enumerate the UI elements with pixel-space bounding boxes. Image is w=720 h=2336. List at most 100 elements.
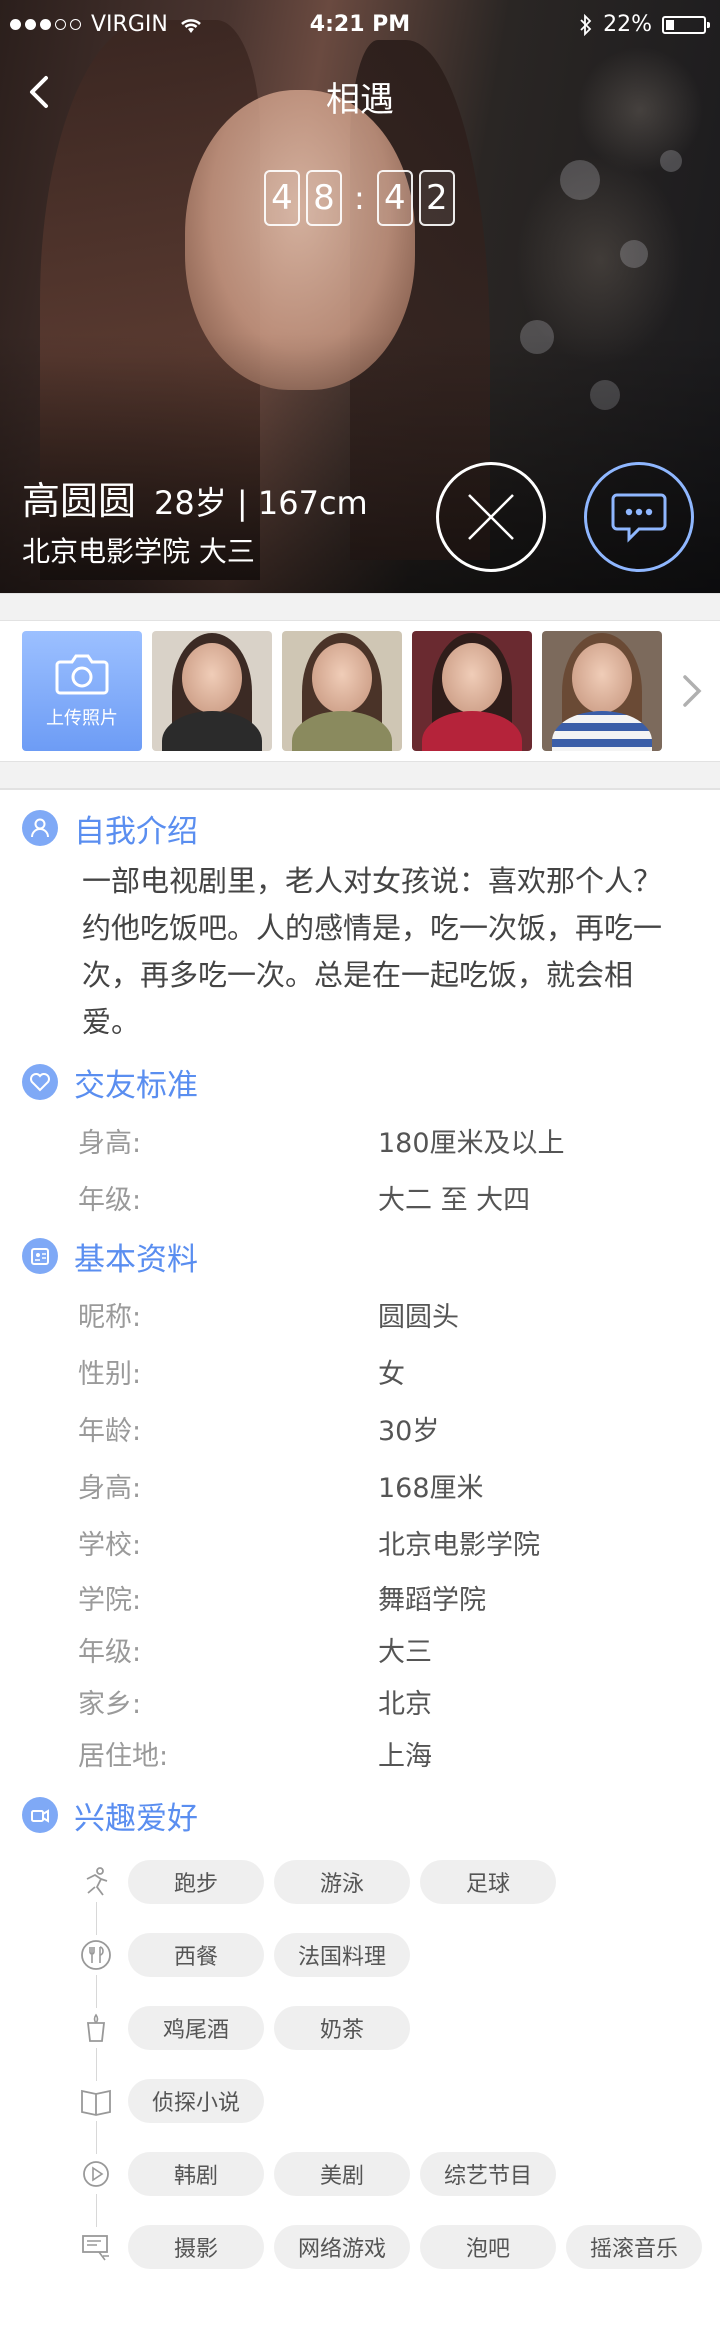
countdown-timer: 4 8 : 4 2 xyxy=(264,170,455,226)
intro-text: 一部电视剧里，老人对女孩说：喜欢那个人？约他吃饭吧。人的感情是，吃一次饭，再吃一… xyxy=(82,864,663,1039)
profile-name: 高圆圆 xyxy=(22,479,137,523)
profile-name-row: 高圆圆 28岁 | 167cm xyxy=(22,470,368,525)
hobby-tag: 网络游戏 xyxy=(274,2224,410,2269)
hobby-tag: 奶茶 xyxy=(274,2005,410,2050)
photo-thumbnail[interactable] xyxy=(152,631,272,751)
basic-row: 家乡: 北京 xyxy=(0,1675,720,1727)
field-label: 年龄: xyxy=(78,1416,142,1447)
hobby-tag: 游泳 xyxy=(274,1859,410,1904)
basic-row: 身高: 168厘米 xyxy=(0,1457,720,1514)
camera-video-icon xyxy=(22,1797,58,1833)
criteria-header: 交友标准 xyxy=(0,1052,720,1112)
field-value: 180厘米及以上 xyxy=(378,1128,565,1159)
countdown-digit: 4 xyxy=(376,170,413,226)
photo-thumbnail[interactable] xyxy=(542,631,662,751)
upload-photo-button[interactable]: 上传照片 xyxy=(22,631,142,751)
hobby-tag: 摇滚音乐 xyxy=(566,2224,702,2269)
drink-icon xyxy=(76,2007,116,2048)
entertainment-icon xyxy=(76,2226,116,2267)
field-value: 168厘米 xyxy=(378,1473,484,1504)
heart-icon xyxy=(22,1064,58,1100)
hobby-row: 侦探小说 xyxy=(76,2064,720,2137)
basic-row: 昵称: 圆圆头 xyxy=(0,1286,720,1343)
section-divider xyxy=(0,593,720,621)
countdown-digit: 4 xyxy=(264,170,300,226)
basic-row: 年龄: 30岁 xyxy=(0,1400,720,1457)
field-label: 居住地: xyxy=(78,1740,169,1772)
field-label: 学院: xyxy=(78,1584,142,1616)
countdown-separator: : xyxy=(354,179,365,217)
field-value: 大三 xyxy=(378,1636,432,1668)
close-icon xyxy=(468,494,514,540)
basic-row: 年级: 大三 xyxy=(0,1623,720,1675)
battery-icon xyxy=(662,15,710,34)
hobby-tag: 摄影 xyxy=(128,2224,264,2269)
id-card-icon xyxy=(22,1238,58,1274)
person-icon xyxy=(22,810,58,846)
profile-school: 北京电影学院 大三 xyxy=(22,535,255,568)
hobbies-title: 兴趣爱好 xyxy=(74,1800,198,1837)
food-icon xyxy=(76,1934,116,1975)
basic-row: 居住地: 上海 xyxy=(0,1727,720,1779)
dislike-button[interactable] xyxy=(436,462,546,572)
field-value: 北京 xyxy=(378,1688,432,1720)
hobby-tag: 西餐 xyxy=(128,1932,264,1977)
chat-bubble-icon xyxy=(611,493,667,543)
field-value: 上海 xyxy=(378,1740,432,1772)
intro-title: 自我介绍 xyxy=(74,813,198,850)
criteria-title: 交友标准 xyxy=(74,1067,198,1104)
field-label: 身高: xyxy=(78,1128,142,1159)
field-value: 舞蹈学院 xyxy=(378,1584,486,1616)
basic-row: 学校: 北京电影学院 xyxy=(0,1514,720,1571)
chat-button[interactable] xyxy=(584,462,694,572)
photo-thumbnail[interactable] xyxy=(282,631,402,751)
field-label: 学校: xyxy=(78,1530,142,1561)
criteria-row: 身高: 180厘米及以上 xyxy=(0,1112,720,1169)
countdown-digit: 2 xyxy=(418,170,455,226)
battery-percent: 22% xyxy=(603,12,652,37)
field-label: 昵称: xyxy=(78,1302,142,1333)
countdown-digit: 8 xyxy=(306,170,342,226)
field-value: 30岁 xyxy=(378,1416,440,1447)
basic-header: 基本资料 xyxy=(0,1226,720,1286)
field-value: 圆圆头 xyxy=(378,1302,459,1333)
photo-thumbnail[interactable] xyxy=(412,631,532,751)
hobby-tag: 鸡尾酒 xyxy=(128,2005,264,2050)
profile-details: 自我介绍 一部电视剧里，老人对女孩说：喜欢那个人？约他吃饭吧。人的感情是，吃一次… xyxy=(0,789,720,2283)
field-value: 大二 至 大四 xyxy=(378,1185,531,1216)
criteria-row: 年级: 大二 至 大四 xyxy=(0,1169,720,1226)
book-icon xyxy=(76,2080,116,2121)
hobby-tag: 足球 xyxy=(420,1859,556,1904)
field-value: 北京电影学院 xyxy=(378,1530,540,1561)
hobby-row: 鸡尾酒 奶茶 xyxy=(76,1991,720,2064)
field-label: 家乡: xyxy=(78,1688,142,1720)
profile-age-height: 28岁 | 167cm xyxy=(154,484,368,522)
hobbies-header: 兴趣爱好 xyxy=(0,1785,720,1845)
photo-strip: 上传照片 xyxy=(0,621,720,761)
hobby-tag: 美剧 xyxy=(274,2151,410,2196)
field-label: 性别: xyxy=(78,1359,142,1390)
field-label: 年级: xyxy=(78,1185,142,1216)
play-icon xyxy=(76,2153,116,2194)
camera-icon xyxy=(55,654,109,695)
chevron-right-icon[interactable] xyxy=(680,671,704,711)
hobby-row: 西餐 法国料理 xyxy=(76,1918,720,1991)
basic-row: 学院: 舞蹈学院 xyxy=(0,1571,720,1623)
section-divider xyxy=(0,761,720,789)
basic-title: 基本资料 xyxy=(74,1241,198,1278)
field-value: 女 xyxy=(378,1359,405,1390)
field-label: 年级: xyxy=(78,1636,142,1668)
status-bar: VIRGIN 4:21 PM 22% xyxy=(0,0,720,52)
hobby-row: 跑步 游泳 足球 xyxy=(76,1845,720,1918)
field-label: 身高: xyxy=(78,1473,142,1504)
sport-icon xyxy=(76,1861,116,1902)
basic-row: 性别: 女 xyxy=(0,1343,720,1400)
hobby-row: 韩剧 美剧 综艺节目 xyxy=(76,2137,720,2210)
hobby-tag: 韩剧 xyxy=(128,2151,264,2196)
hobby-list: 跑步 游泳 足球 西餐 法国料理 鸡尾酒 奶茶 侦探小说 韩剧 美剧 综艺节目 … xyxy=(0,1845,720,2283)
profile-hero: VIRGIN 4:21 PM 22% 相遇 4 8 : 4 2 高圆圆 28岁 … xyxy=(0,0,720,593)
hobby-tag: 跑步 xyxy=(128,1859,264,1904)
upload-photo-label: 上传照片 xyxy=(46,708,118,729)
page-title: 相遇 xyxy=(326,80,394,120)
hobby-tag: 侦探小说 xyxy=(128,2078,264,2123)
